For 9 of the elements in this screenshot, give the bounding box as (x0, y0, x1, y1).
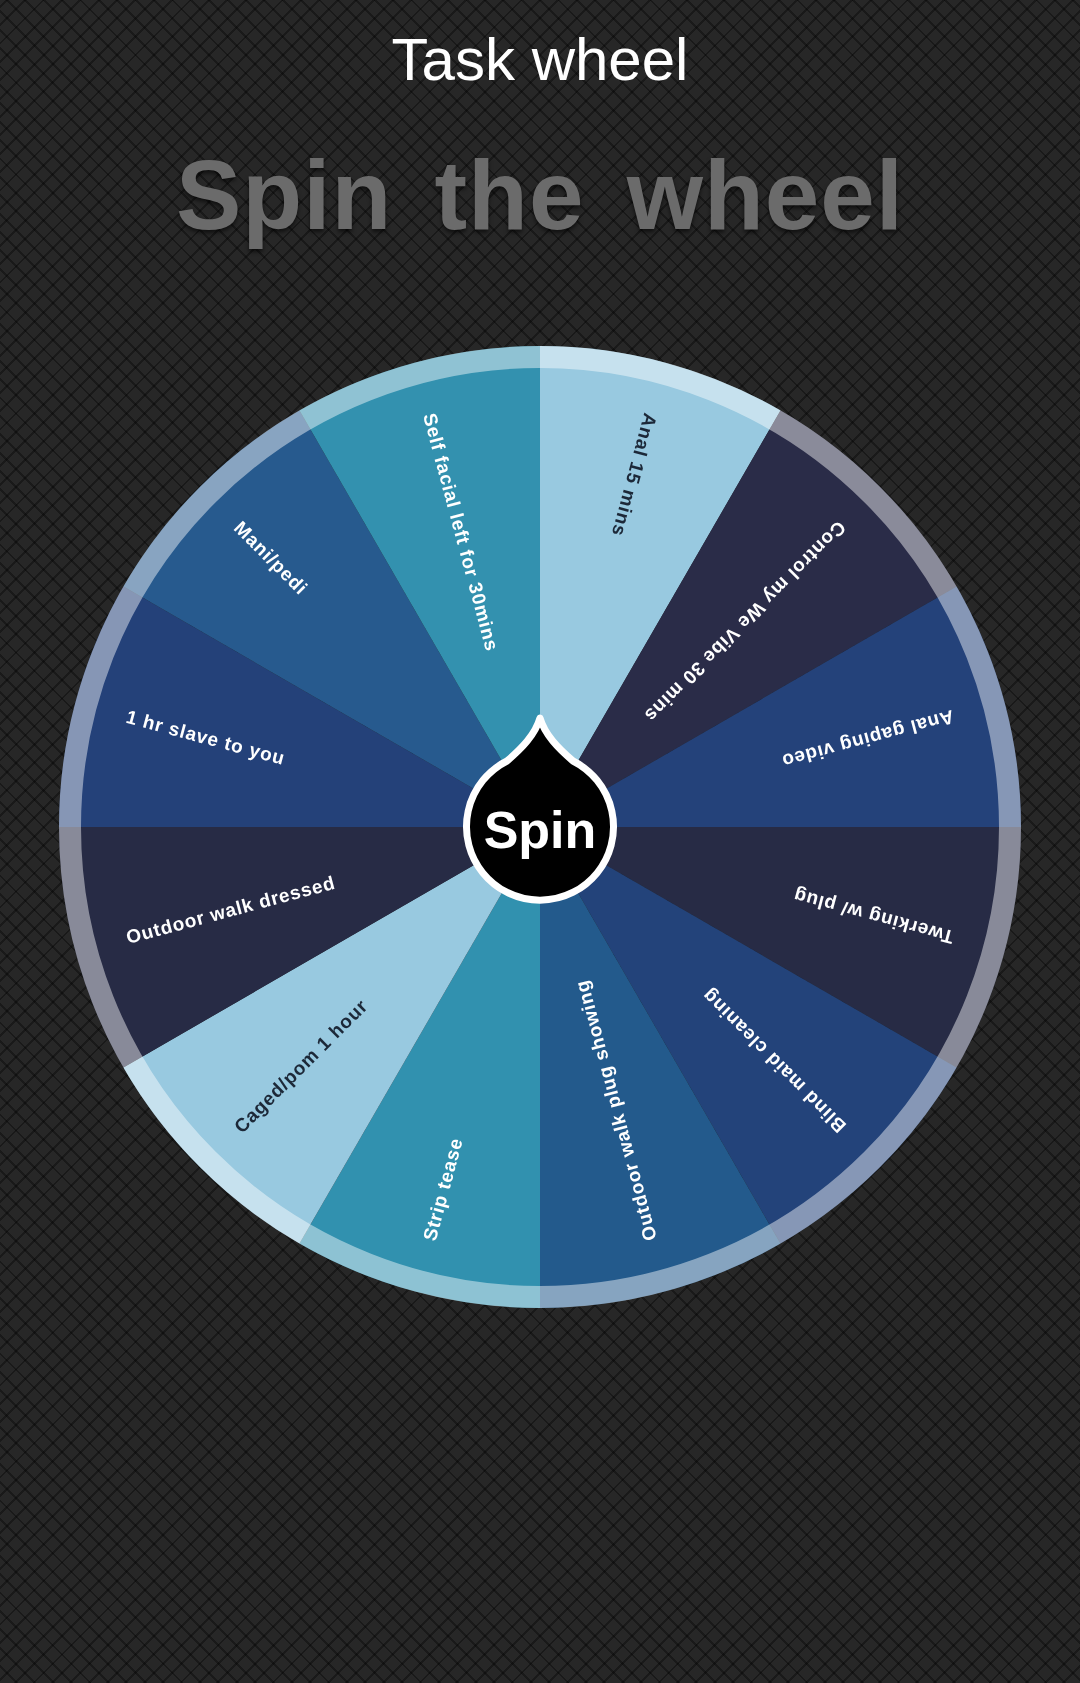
segment-label: 1 hr slave to you (123, 706, 288, 769)
app-title: Task wheel (391, 25, 689, 95)
segment-label: Strip tease (419, 1135, 467, 1244)
segment-label: Self facial left for 30mins (419, 410, 503, 654)
spin-button[interactable]: Spin (463, 714, 617, 904)
segment-label: Outdoor walk plug showing (571, 977, 661, 1244)
wheel-heading: Spin the wheel (175, 140, 905, 250)
segment-label: Anal 15 mins (607, 410, 661, 539)
segment-label: Anal gaping video (779, 706, 957, 773)
